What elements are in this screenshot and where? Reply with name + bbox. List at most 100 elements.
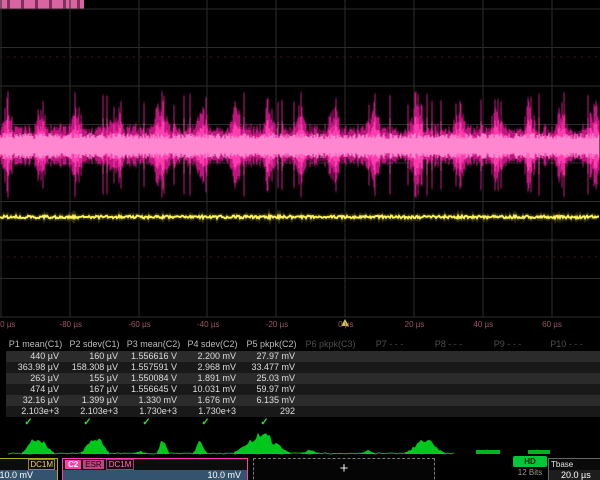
- param-header-p8[interactable]: P8 - - -: [419, 338, 478, 351]
- table-cell: 27.97 mV: [242, 351, 301, 362]
- time-tick-label: 40 µs: [460, 319, 506, 331]
- table-cell: 25.03 mV: [242, 373, 301, 384]
- table-cell: 440 µV: [6, 351, 65, 362]
- table-cell: [478, 362, 537, 373]
- status-check-icon: [419, 417, 478, 428]
- histicon: [81, 438, 109, 454]
- oscilloscope-screen: -100 µs-80 µs-60 µs-40 µs-20 µs0 µs20 µs…: [0, 0, 600, 480]
- time-tick-label: -40 µs: [185, 319, 231, 331]
- table-cell: [301, 351, 360, 362]
- table-cell: [301, 384, 360, 395]
- c1-vertical-scale: 10.0 mV: [0, 470, 57, 480]
- time-tick-label: 20 µs: [392, 319, 438, 331]
- tbase-label: Tbase: [551, 460, 573, 469]
- param-header-p2[interactable]: P2 sdev(C1): [65, 338, 124, 351]
- green-marker: [528, 450, 550, 454]
- table-cell: [301, 406, 360, 417]
- table-cell: 167 µV: [65, 384, 124, 395]
- table-cell: 2.103e+3: [6, 406, 65, 417]
- table-cell: [301, 395, 360, 406]
- table-cell: 10.031 mV: [183, 384, 242, 395]
- table-cell: 158.308 µV: [65, 362, 124, 373]
- table-cell: [360, 406, 419, 417]
- table-cell: [360, 395, 419, 406]
- table-cell: 2.200 mV: [183, 351, 242, 362]
- hd-bits-label: 12 Bits: [508, 468, 552, 478]
- time-tick-label: -60 µs: [117, 319, 163, 331]
- histicon: [157, 441, 169, 454]
- histicon: [405, 440, 445, 454]
- table-cell: 1.557591 V: [124, 362, 183, 373]
- table-cell: [537, 373, 596, 384]
- table-cell: 32.16 µV: [6, 395, 65, 406]
- channel-c1-descriptor[interactable]: DC1M 10.0 mV: [0, 458, 58, 480]
- c2-channel-badge: C2: [65, 460, 81, 469]
- table-cell: [360, 384, 419, 395]
- table-cell: [419, 373, 478, 384]
- table-cell: [419, 351, 478, 362]
- green-marker: [476, 450, 500, 454]
- table-cell: [360, 362, 419, 373]
- table-cell: [537, 362, 596, 373]
- status-check-icon: [360, 417, 419, 428]
- table-cell: [478, 351, 537, 362]
- channel-c2-descriptor[interactable]: C2 ESR DC1M 10.0 mV: [62, 458, 248, 480]
- table-cell: 1.891 mV: [183, 373, 242, 384]
- time-tick-label: 0 µs: [323, 319, 369, 331]
- status-check-icon: ✓: [242, 417, 301, 428]
- add-trace-button[interactable]: +: [253, 458, 435, 480]
- status-check-icon: [478, 417, 537, 428]
- table-cell: [537, 351, 596, 362]
- table-cell: [537, 406, 596, 417]
- histicon: [133, 451, 147, 454]
- c1-coupling-tag: DC1M: [28, 459, 55, 470]
- histicon-strip: [0, 431, 600, 458]
- tbase-scale: 20.0 µs: [549, 470, 600, 480]
- table-cell: 59.97 mV: [242, 384, 301, 395]
- table-cell: 1.556645 V: [124, 384, 183, 395]
- status-check-icon: [537, 417, 596, 428]
- table-cell: [419, 384, 478, 395]
- status-check-icon: ✓: [124, 417, 183, 428]
- param-header-p6[interactable]: P6 pkpk(C3): [301, 338, 360, 351]
- table-cell: [537, 384, 596, 395]
- histicon: [301, 450, 319, 454]
- table-cell: 474 µV: [6, 384, 65, 395]
- histicon: [360, 450, 376, 454]
- table-cell: 1.556616 V: [124, 351, 183, 362]
- status-check-icon: ✓: [65, 417, 124, 428]
- table-cell: [301, 373, 360, 384]
- param-header-p7[interactable]: P7 - - -: [360, 338, 419, 351]
- table-cell: 1.676 mV: [183, 395, 242, 406]
- timebase-descriptor[interactable]: Tbase 20.0 µs: [548, 458, 600, 480]
- time-tick-label: 60 µs: [529, 319, 575, 331]
- status-check-icon: ✓: [183, 417, 242, 428]
- waveform-display[interactable]: [0, 0, 600, 334]
- param-header-p3[interactable]: P3 mean(C2): [124, 338, 183, 351]
- table-cell: [419, 406, 478, 417]
- table-cell: [360, 373, 419, 384]
- table-cell: 1.330 mV: [124, 395, 183, 406]
- table-cell: 2.968 mV: [183, 362, 242, 373]
- table-cell: [301, 362, 360, 373]
- param-header-p1[interactable]: P1 mean(C1): [6, 338, 65, 351]
- param-header-p5[interactable]: P5 pkpk(C2): [242, 338, 301, 351]
- table-cell: [537, 395, 596, 406]
- histicon: [234, 433, 290, 455]
- table-cell: 6.135 mV: [242, 395, 301, 406]
- time-tick-label: -20 µs: [254, 319, 300, 331]
- param-header-p10[interactable]: P10 - - -: [537, 338, 596, 351]
- table-cell: 1.399 µV: [65, 395, 124, 406]
- table-cell: 263 µV: [6, 373, 65, 384]
- table-cell: [419, 395, 478, 406]
- param-header-p9[interactable]: P9 - - -: [478, 338, 537, 351]
- time-tick-label: -80 µs: [48, 319, 94, 331]
- table-cell: 292: [242, 406, 301, 417]
- table-cell: 1.730e+3: [183, 406, 242, 417]
- table-cell: 2.103e+3: [65, 406, 124, 417]
- hd-mode-badge[interactable]: HD: [513, 456, 547, 467]
- table-cell: [478, 406, 537, 417]
- c2-coupling-tag: DC1M: [106, 459, 135, 470]
- table-cell: [478, 373, 537, 384]
- param-header-p4[interactable]: P4 sdev(C2): [183, 338, 242, 351]
